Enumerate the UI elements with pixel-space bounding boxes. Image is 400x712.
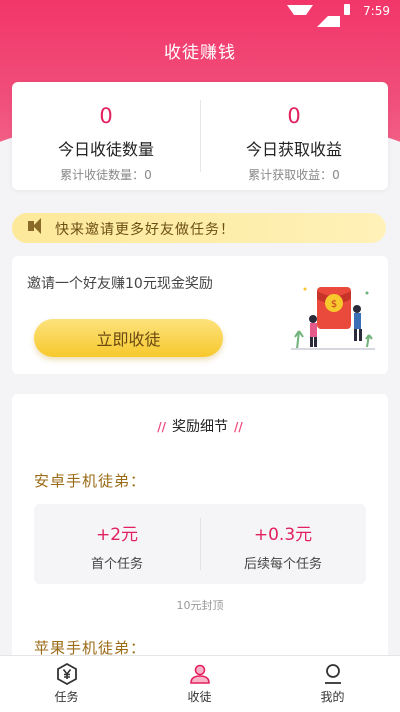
nav-tab-recruit[interactable]: 收徒: [133, 656, 266, 712]
android-reward-box: +2元 首个任务 +0.3元 后续每个任务: [34, 504, 366, 584]
stats-card: 0 今日收徒数量 累计收徒数量：0 0 今日获取收益 累计获取收益：0: [12, 82, 388, 190]
user-icon: [324, 664, 341, 684]
reward-cap-note: 10元封顶: [176, 599, 224, 612]
invite-now-button[interactable]: 立即收徒: [34, 319, 223, 357]
reward-details-title: 奖励细节: [172, 419, 228, 435]
first-task-reward: +2元 首个任务: [34, 504, 200, 584]
invite-card: 邀请一个好友赚10元现金奖励 立即收徒 $: [12, 256, 388, 374]
first-task-amount: +2元: [95, 525, 139, 545]
decor-slash-icon: //: [157, 420, 166, 434]
total-earnings-text: 累计获取收益：0: [248, 168, 340, 182]
page-title: 收徒赚钱: [164, 43, 236, 63]
invite-reward-text: 邀请一个好友赚10元现金奖励: [27, 276, 213, 292]
status-icons: [287, 4, 350, 27]
banner-text: 快来邀请更多好友做任务！: [55, 222, 235, 238]
today-disciples-label: 今日收徒数量: [57, 140, 154, 159]
battery-icon: [344, 4, 350, 15]
red-envelope-illustration: $: [291, 287, 375, 350]
svg-text:$: $: [331, 299, 337, 310]
invite-banner[interactable]: 快来邀请更多好友做任务！: [12, 213, 386, 243]
speaker-icon: [28, 218, 41, 234]
today-disciples-stat: 0 今日收徒数量 累计收徒数量：0: [12, 82, 200, 190]
reward-details-card: // 奖励细节 // 安卓手机徒弟： +2元 首个任务 +0.3元 后续每个任务 1…: [12, 394, 388, 674]
wifi-icon: [287, 5, 313, 27]
each-task-reward: +0.3元 后续每个任务: [200, 504, 366, 584]
today-earnings-value: 0: [287, 104, 301, 128]
nav-label-tasks: 任务: [54, 690, 79, 704]
each-task-desc: 后续每个任务: [243, 557, 322, 572]
nav-label-mine: 我的: [320, 690, 345, 704]
first-task-desc: 首个任务: [90, 557, 143, 572]
reward-details-header: // 奖励细节 //: [12, 416, 388, 436]
status-bar: 7:59: [0, 0, 400, 27]
total-disciples-text: 累计收徒数量：0: [60, 168, 152, 182]
nav-tab-tasks[interactable]: 任务: [0, 656, 133, 712]
signal-icon: [317, 4, 340, 27]
android-section-title: 安卓手机徒弟：: [34, 472, 147, 490]
users-icon: [189, 664, 210, 684]
each-task-amount: +0.3元: [253, 525, 313, 545]
today-earnings-label: 今日获取收益: [245, 140, 342, 159]
today-earnings-stat: 0 今日获取收益 累计获取收益：0: [200, 82, 388, 190]
nav-tab-mine[interactable]: 我的: [266, 656, 399, 712]
today-disciples-value: 0: [99, 104, 113, 128]
yen-coin-icon: [56, 662, 77, 686]
decor-slash-icon: //: [234, 420, 243, 434]
status-time: 7:59: [363, 4, 390, 18]
bottom-nav: 任务 收徒 我的: [0, 655, 400, 712]
nav-label-recruit: 收徒: [187, 690, 212, 704]
